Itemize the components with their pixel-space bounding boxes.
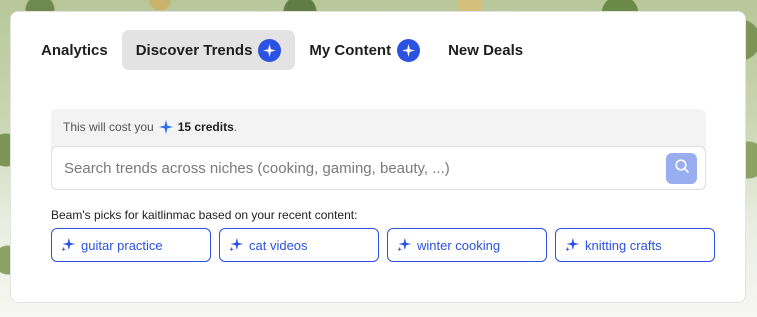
cost-suffix: . [233, 120, 238, 134]
tab-label: Discover Trends [135, 41, 253, 59]
sparkle-icon [158, 120, 173, 134]
sparkle-icon [397, 237, 411, 254]
tab-discover-trends[interactable]: Discover Trends [121, 30, 296, 70]
pick-chip-cat-videos[interactable]: cat videos [219, 228, 379, 262]
tab-bar: Analytics Discover Trends My Content New… [27, 30, 537, 70]
search-box [51, 146, 706, 190]
tab-new-deals[interactable]: New Deals [434, 30, 537, 70]
search-input[interactable] [64, 147, 654, 189]
cost-prefix: This will cost you [63, 120, 154, 134]
cost-credits: 15 credits [177, 120, 234, 134]
pick-chip-guitar-practice[interactable]: guitar practice [51, 228, 211, 262]
sparkle-icon [229, 237, 243, 254]
tab-label: My Content [309, 41, 392, 59]
tab-label: Analytics [41, 41, 108, 59]
search-button[interactable] [666, 153, 697, 184]
tab-label: New Deals [448, 41, 524, 59]
tab-my-content[interactable]: My Content [295, 30, 434, 70]
pick-chip-winter-cooking[interactable]: winter cooking [387, 228, 547, 262]
sparkle-icon [61, 237, 75, 254]
pick-chip-label: knitting crafts [585, 237, 662, 253]
pick-chip-label: guitar practice [81, 237, 163, 253]
tab-analytics[interactable]: Analytics [27, 30, 122, 70]
sparkle-icon [258, 38, 282, 62]
pick-chip-label: cat videos [249, 237, 308, 253]
pick-chip-knitting-crafts[interactable]: knitting crafts [555, 228, 715, 262]
cost-notice: This will cost you 15 credits. [63, 120, 237, 134]
sparkle-icon [397, 38, 421, 62]
trends-card: Analytics Discover Trends My Content New… [10, 11, 746, 303]
search-icon [674, 158, 690, 179]
picks-list: guitar practice cat videos winter cookin… [51, 228, 715, 262]
search-panel: This will cost you 15 credits. [51, 109, 706, 190]
picks-label: Beam's picks for kaitlinmac based on you… [51, 208, 358, 222]
pick-chip-label: winter cooking [417, 237, 501, 253]
sparkle-icon [565, 237, 579, 254]
